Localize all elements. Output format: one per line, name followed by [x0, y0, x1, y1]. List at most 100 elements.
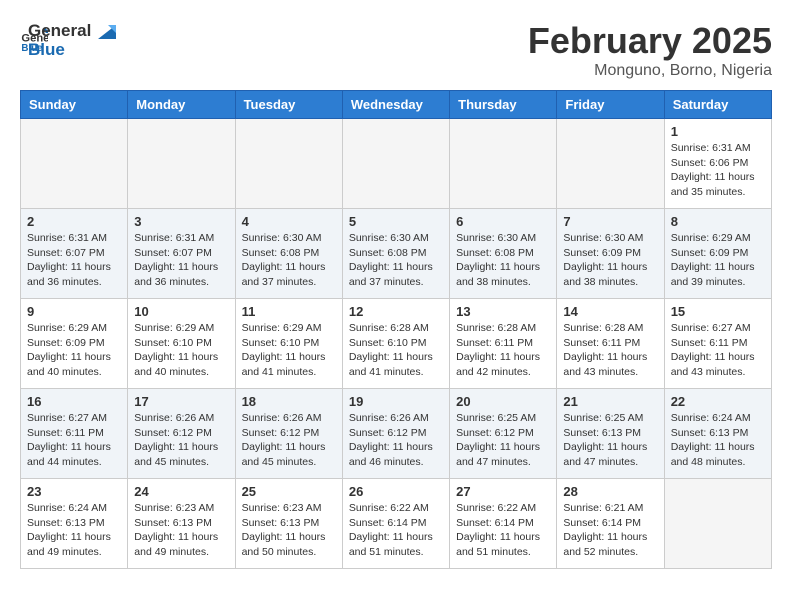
day-info: Sunrise: 6:26 AM Sunset: 6:12 PM Dayligh…	[134, 411, 228, 470]
calendar-day-cell	[128, 119, 235, 209]
location-subtitle: Monguno, Borno, Nigeria	[528, 62, 772, 80]
day-number: 20	[456, 394, 550, 409]
calendar-day-cell: 12Sunrise: 6:28 AM Sunset: 6:10 PM Dayli…	[342, 299, 449, 389]
calendar-day-cell: 8Sunrise: 6:29 AM Sunset: 6:09 PM Daylig…	[664, 209, 771, 299]
logo-general-text: General	[28, 22, 116, 41]
day-info: Sunrise: 6:30 AM Sunset: 6:08 PM Dayligh…	[456, 231, 550, 290]
calendar-day-header: Monday	[128, 91, 235, 119]
calendar-day-header: Tuesday	[235, 91, 342, 119]
day-number: 3	[134, 214, 228, 229]
day-info: Sunrise: 6:23 AM Sunset: 6:13 PM Dayligh…	[242, 501, 336, 560]
day-info: Sunrise: 6:26 AM Sunset: 6:12 PM Dayligh…	[349, 411, 443, 470]
calendar-day-cell: 21 Sunrise: 6:25 AM Sunset: 6:13 PM Dayli…	[557, 389, 664, 479]
calendar-day-header: Wednesday	[342, 91, 449, 119]
page-header: General Blue General Blue February 2025 …	[20, 20, 772, 80]
month-title: February 2025	[528, 20, 772, 62]
calendar-week-row: 23 Sunrise: 6:24 AM Sunset: 6:13 PM Dayli…	[21, 479, 772, 569]
day-number: 21	[563, 394, 657, 409]
day-info: Sunrise: 6:24 AM Sunset: 6:13 PM Dayligh…	[671, 411, 765, 470]
day-number: 7	[563, 214, 657, 229]
calendar-day-cell: 27Sunrise: 6:22 AM Sunset: 6:14 PM Dayli…	[450, 479, 557, 569]
day-number: 10	[134, 304, 228, 319]
day-info: Sunrise: 6:27 AM Sunset: 6:11 PM Dayligh…	[27, 411, 121, 470]
day-number: 26	[349, 484, 443, 499]
day-info: Sunrise: 6:25 AM Sunset: 6:12 PM Dayligh…	[456, 411, 550, 470]
calendar-day-cell: 9 Sunrise: 6:29 AM Sunset: 6:09 PM Daylig…	[21, 299, 128, 389]
day-info: Sunrise: 6:22 AM Sunset: 6:14 PM Dayligh…	[349, 501, 443, 560]
day-info: Sunrise: 6:22 AM Sunset: 6:14 PM Dayligh…	[456, 501, 550, 560]
day-number: 22	[671, 394, 765, 409]
day-number: 8	[671, 214, 765, 229]
calendar-day-cell: 11 Sunrise: 6:29 AM Sunset: 6:10 PM Dayli…	[235, 299, 342, 389]
day-number: 18	[242, 394, 336, 409]
day-info: Sunrise: 6:25 AM Sunset: 6:13 PM Dayligh…	[563, 411, 657, 470]
logo-blue-text: Blue	[28, 41, 116, 60]
calendar-day-cell	[342, 119, 449, 209]
day-number: 5	[349, 214, 443, 229]
day-number: 24	[134, 484, 228, 499]
calendar-day-cell: 19 Sunrise: 6:26 AM Sunset: 6:12 PM Dayli…	[342, 389, 449, 479]
calendar-day-cell	[21, 119, 128, 209]
calendar-week-row: 2 Sunrise: 6:31 AM Sunset: 6:07 PM Daylig…	[21, 209, 772, 299]
day-number: 15	[671, 304, 765, 319]
calendar-day-cell: 4 Sunrise: 6:30 AM Sunset: 6:08 PM Daylig…	[235, 209, 342, 299]
day-number: 25	[242, 484, 336, 499]
day-number: 11	[242, 304, 336, 319]
calendar-day-cell: 25 Sunrise: 6:23 AM Sunset: 6:13 PM Dayli…	[235, 479, 342, 569]
day-number: 13	[456, 304, 550, 319]
calendar-day-cell: 24 Sunrise: 6:23 AM Sunset: 6:13 PM Dayli…	[128, 479, 235, 569]
calendar-day-header: Thursday	[450, 91, 557, 119]
calendar-day-cell: 15 Sunrise: 6:27 AM Sunset: 6:11 PM Dayli…	[664, 299, 771, 389]
day-info: Sunrise: 6:29 AM Sunset: 6:10 PM Dayligh…	[134, 321, 228, 380]
day-number: 19	[349, 394, 443, 409]
day-info: Sunrise: 6:30 AM Sunset: 6:08 PM Dayligh…	[349, 231, 443, 290]
day-number: 12	[349, 304, 443, 319]
calendar-day-cell: 14 Sunrise: 6:28 AM Sunset: 6:11 PM Dayli…	[557, 299, 664, 389]
calendar-day-header: Sunday	[21, 91, 128, 119]
calendar-day-cell	[557, 119, 664, 209]
calendar-day-cell: 23 Sunrise: 6:24 AM Sunset: 6:13 PM Dayli…	[21, 479, 128, 569]
day-info: Sunrise: 6:30 AM Sunset: 6:08 PM Dayligh…	[242, 231, 336, 290]
calendar-day-header: Friday	[557, 91, 664, 119]
calendar-day-cell: 20 Sunrise: 6:25 AM Sunset: 6:12 PM Dayli…	[450, 389, 557, 479]
calendar-day-cell: 18 Sunrise: 6:26 AM Sunset: 6:12 PM Dayli…	[235, 389, 342, 479]
day-number: 16	[27, 394, 121, 409]
calendar-week-row: 9 Sunrise: 6:29 AM Sunset: 6:09 PM Daylig…	[21, 299, 772, 389]
day-number: 1	[671, 124, 765, 139]
calendar-table: SundayMondayTuesdayWednesdayThursdayFrid…	[20, 90, 772, 569]
day-info: Sunrise: 6:23 AM Sunset: 6:13 PM Dayligh…	[134, 501, 228, 560]
calendar-day-cell: 16 Sunrise: 6:27 AM Sunset: 6:11 PM Dayli…	[21, 389, 128, 479]
calendar-day-cell: 26 Sunrise: 6:22 AM Sunset: 6:14 PM Dayli…	[342, 479, 449, 569]
logo: General Blue General Blue	[20, 20, 116, 59]
calendar-week-row: 1 Sunrise: 6:31 AM Sunset: 6:06 PM Daylig…	[21, 119, 772, 209]
day-info: Sunrise: 6:31 AM Sunset: 6:07 PM Dayligh…	[134, 231, 228, 290]
day-number: 23	[27, 484, 121, 499]
day-info: Sunrise: 6:28 AM Sunset: 6:11 PM Dayligh…	[563, 321, 657, 380]
day-number: 14	[563, 304, 657, 319]
day-number: 2	[27, 214, 121, 229]
day-info: Sunrise: 6:24 AM Sunset: 6:13 PM Dayligh…	[27, 501, 121, 560]
calendar-day-cell: 5 Sunrise: 6:30 AM Sunset: 6:08 PM Daylig…	[342, 209, 449, 299]
calendar-day-cell: 7 Sunrise: 6:30 AM Sunset: 6:09 PM Daylig…	[557, 209, 664, 299]
calendar-day-cell: 10 Sunrise: 6:29 AM Sunset: 6:10 PM Dayli…	[128, 299, 235, 389]
calendar-day-cell	[664, 479, 771, 569]
day-info: Sunrise: 6:31 AM Sunset: 6:07 PM Dayligh…	[27, 231, 121, 290]
calendar-day-cell: 13Sunrise: 6:28 AM Sunset: 6:11 PM Dayli…	[450, 299, 557, 389]
calendar-day-cell	[235, 119, 342, 209]
day-number: 9	[27, 304, 121, 319]
day-number: 17	[134, 394, 228, 409]
day-info: Sunrise: 6:29 AM Sunset: 6:10 PM Dayligh…	[242, 321, 336, 380]
calendar-day-cell: 6 Sunrise: 6:30 AM Sunset: 6:08 PM Daylig…	[450, 209, 557, 299]
calendar-day-cell: 3 Sunrise: 6:31 AM Sunset: 6:07 PM Daylig…	[128, 209, 235, 299]
day-info: Sunrise: 6:31 AM Sunset: 6:06 PM Dayligh…	[671, 141, 765, 200]
title-area: February 2025 Monguno, Borno, Nigeria	[528, 20, 772, 80]
day-info: Sunrise: 6:30 AM Sunset: 6:09 PM Dayligh…	[563, 231, 657, 290]
day-info: Sunrise: 6:29 AM Sunset: 6:09 PM Dayligh…	[27, 321, 121, 380]
day-info: Sunrise: 6:27 AM Sunset: 6:11 PM Dayligh…	[671, 321, 765, 380]
day-number: 6	[456, 214, 550, 229]
day-number: 4	[242, 214, 336, 229]
day-info: Sunrise: 6:21 AM Sunset: 6:14 PM Dayligh…	[563, 501, 657, 560]
calendar-day-cell: 22 Sunrise: 6:24 AM Sunset: 6:13 PM Dayli…	[664, 389, 771, 479]
day-number: 28	[563, 484, 657, 499]
day-info: Sunrise: 6:26 AM Sunset: 6:12 PM Dayligh…	[242, 411, 336, 470]
